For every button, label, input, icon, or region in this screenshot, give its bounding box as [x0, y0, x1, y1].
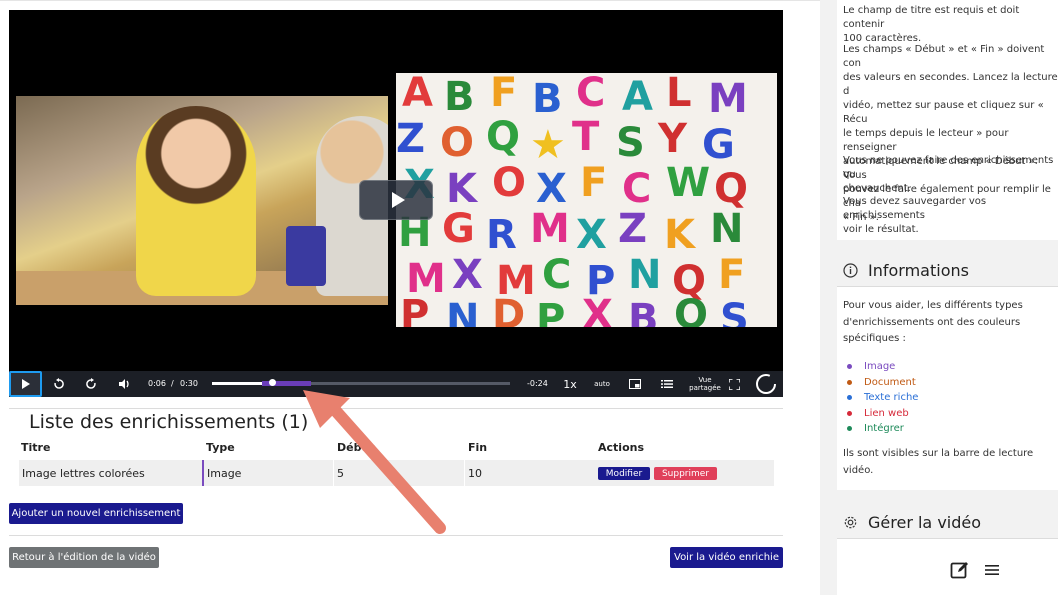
- gear-icon: [843, 515, 858, 530]
- legend-item: Document: [847, 375, 918, 391]
- chapters-button[interactable]: [657, 371, 677, 397]
- legend-dot: [847, 364, 852, 370]
- progress-bar[interactable]: [212, 379, 510, 386]
- divider: [9, 408, 783, 409]
- time-separator: /: [171, 379, 174, 388]
- current-time: 0:06: [148, 379, 166, 388]
- edit-video-button[interactable]: [950, 560, 970, 580]
- video-player[interactable]: A B F B C A L M Z O Q ★ T S Y G X K O X …: [9, 10, 783, 397]
- help-paragraph-overlap: Vous ne pouvez faire des enrichissements…: [843, 155, 1054, 194]
- video-frame-classroom: [16, 96, 388, 305]
- menu-button[interactable]: [984, 562, 1000, 578]
- progress-handle[interactable]: [268, 379, 276, 386]
- loading-indicator: [753, 371, 779, 397]
- enrichment-type-legend: Image Document Texte riche Lien web Inté…: [847, 359, 918, 437]
- playback-speed-button[interactable]: 1x: [559, 371, 581, 397]
- legend-item: Texte riche: [847, 390, 918, 406]
- info-title: Informations: [868, 260, 969, 280]
- fullscreen-icon: [728, 378, 740, 390]
- back-to-edit-button[interactable]: Retour à l'édition de la vidéo: [9, 547, 159, 568]
- legend-item: Lien web: [847, 406, 918, 422]
- column-header-actions: Actions: [598, 441, 644, 454]
- fullscreen-button[interactable]: [725, 371, 743, 397]
- cell-title: Image lettres colorées: [22, 466, 145, 480]
- rewind-icon: [54, 378, 64, 389]
- sidebar: Le champ de titre est requis et doit con…: [820, 0, 1058, 595]
- manage-section-header: Gérer la vidéo: [837, 512, 1058, 532]
- info-section-header: Informations: [837, 260, 1058, 280]
- legend-label: Lien web: [864, 407, 909, 419]
- legend-dot: [847, 410, 852, 416]
- forward-icon: [86, 378, 96, 389]
- play-icon: [391, 192, 405, 208]
- quality-button[interactable]: auto: [591, 371, 613, 397]
- shared-view-line2: partagée: [689, 384, 721, 392]
- shared-view-line1: Vue: [698, 376, 712, 384]
- manage-title: Gérer la vidéo: [868, 512, 982, 532]
- spinner-icon: [756, 374, 776, 394]
- legend-label: Texte riche: [864, 392, 919, 403]
- cell-end: 10: [464, 460, 595, 486]
- column-header-start: Début: [337, 441, 375, 454]
- help-paragraph-save: Vous devez sauvegarder vos enrichissemen…: [843, 196, 987, 235]
- legend-dot: [847, 395, 852, 401]
- volume-icon: [118, 379, 129, 389]
- total-time: 0:30: [180, 379, 198, 388]
- page: A B F B C A L M Z O Q ★ T S Y G X K O X …: [0, 0, 1058, 595]
- forward-button[interactable]: [81, 371, 101, 397]
- add-enrichment-button[interactable]: Ajouter un nouvel enrichissement: [9, 503, 183, 524]
- control-bar: 0:06 / 0:30 -0:24 1x auto Vue partagée: [9, 371, 783, 397]
- edit-icon: [950, 562, 968, 579]
- legend-item: Image: [847, 359, 918, 375]
- play-button[interactable]: [9, 371, 42, 397]
- picture-in-picture-button[interactable]: [625, 371, 645, 397]
- legend-label: Document: [864, 376, 916, 388]
- menu-icon: [985, 565, 999, 575]
- table-row: Image lettres colorées Image 5 10 Modifi…: [19, 460, 774, 486]
- column-header-end: Fin: [468, 441, 488, 454]
- delete-button[interactable]: Supprimer: [654, 467, 717, 480]
- big-play-button[interactable]: [359, 180, 433, 220]
- edit-button[interactable]: Modifier: [598, 467, 650, 480]
- volume-button[interactable]: [113, 371, 135, 397]
- info-icon: [843, 262, 858, 278]
- cell-start: 5: [333, 460, 464, 486]
- help-paragraph-title: Le champ de titre est requis et doit con…: [843, 5, 1020, 44]
- legend-label: Intégrer: [864, 423, 904, 434]
- column-header-type: Type: [206, 441, 235, 454]
- enrichment-image-colored-letters: A B F B C A L M Z O Q ★ T S Y G X K O X …: [396, 73, 777, 327]
- legend-dot: [847, 426, 852, 432]
- view-enriched-video-button[interactable]: Voir la vidéo enrichie: [670, 547, 783, 568]
- info-text: Pour vous aider, les différents types d'…: [843, 300, 1023, 344]
- play-icon: [21, 379, 30, 389]
- remaining-time: -0:24: [527, 379, 548, 388]
- legend-label: Image: [864, 361, 896, 372]
- info-footer: Ils sont visibles sur la barre de lectur…: [843, 448, 1034, 476]
- enrichments-title: Liste des enrichissements (1): [29, 411, 309, 433]
- shared-view-button[interactable]: Vue partagée: [685, 371, 725, 397]
- manage-card: [837, 539, 1058, 595]
- legend-dot: [847, 379, 852, 385]
- column-header-title: Titre: [21, 441, 51, 454]
- pip-icon: [629, 379, 641, 389]
- chapters-icon: [661, 380, 673, 388]
- divider: [9, 535, 783, 536]
- cell-type: Image: [202, 460, 333, 486]
- legend-item: Intégrer: [847, 421, 918, 437]
- rewind-button[interactable]: [49, 371, 69, 397]
